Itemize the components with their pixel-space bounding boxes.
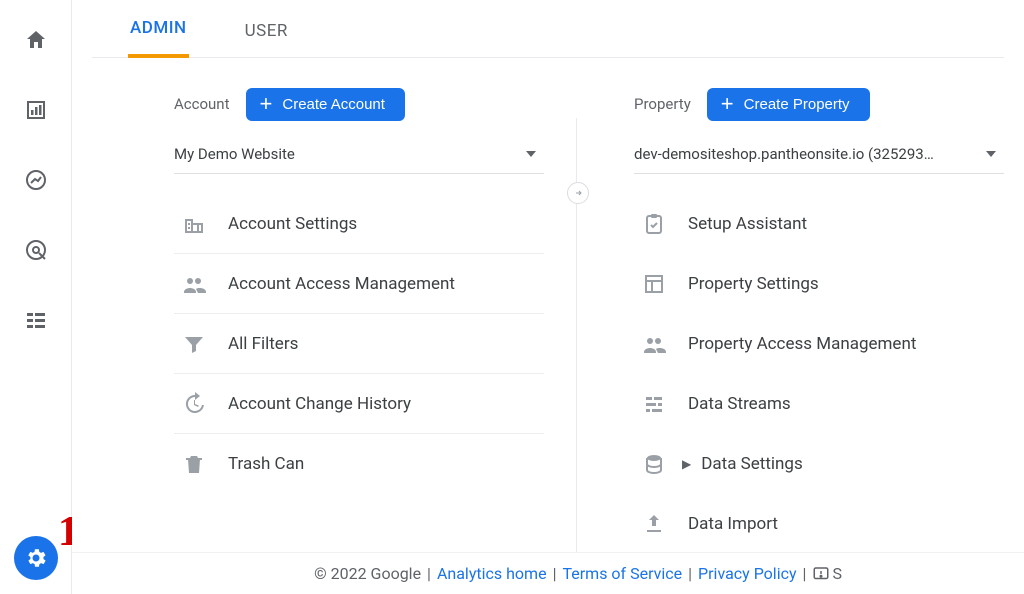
left-nav-rail xyxy=(0,0,72,594)
caret-down-icon xyxy=(526,151,536,157)
create-account-button[interactable]: + Create Account xyxy=(246,88,405,121)
upload-icon xyxy=(640,510,668,538)
property-select[interactable]: dev-demositeshop.pantheonsite.io (325293… xyxy=(634,134,1004,174)
property-column-title: Property xyxy=(634,95,691,113)
property-column: Property + Create Property dev-demosites… xyxy=(634,84,1004,552)
expand-caret-icon: ▶ xyxy=(682,457,691,471)
tab-admin[interactable]: ADMIN xyxy=(128,2,189,58)
caret-down-icon xyxy=(986,151,996,157)
all-filters-item[interactable]: All Filters xyxy=(174,314,544,374)
account-change-history-item[interactable]: Account Change History xyxy=(174,374,544,434)
people-icon xyxy=(640,330,668,358)
database-icon xyxy=(640,450,668,478)
tab-row: ADMIN USER xyxy=(92,0,1004,58)
advertising-icon[interactable] xyxy=(22,236,50,264)
property-menu: Setup Assistant Property Settings Proper… xyxy=(634,194,1004,554)
columns: Account + Create Account My Demo Website… xyxy=(92,58,1004,552)
menu-item-label: Data Settings xyxy=(701,454,803,474)
streams-icon xyxy=(640,390,668,418)
send-feedback-icon[interactable]: S xyxy=(812,564,842,583)
account-column-title: Account xyxy=(174,95,230,113)
account-select[interactable]: My Demo Website xyxy=(174,134,544,174)
data-import-item[interactable]: Data Import xyxy=(634,494,1004,554)
menu-item-label: Account Change History xyxy=(228,394,411,414)
menu-item-label: Data Import xyxy=(688,514,778,534)
create-property-button-label: Create Property xyxy=(744,96,850,113)
people-icon xyxy=(180,270,208,298)
menu-item-label: Setup Assistant xyxy=(688,214,807,234)
data-streams-item[interactable]: Data Streams xyxy=(634,374,1004,434)
explore-icon[interactable] xyxy=(22,166,50,194)
reports-icon[interactable] xyxy=(22,96,50,124)
transfer-property-icon[interactable] xyxy=(567,182,589,204)
footer: © 2022 Google | Analytics home | Terms o… xyxy=(72,552,1024,594)
account-menu: Account Settings Account Access Manageme… xyxy=(174,194,544,494)
setup-assistant-item[interactable]: Setup Assistant xyxy=(634,194,1004,254)
menu-item-label: Account Access Management xyxy=(228,274,455,294)
history-icon xyxy=(180,390,208,418)
footer-analytics-home-link[interactable]: Analytics home xyxy=(437,564,547,583)
account-settings-item[interactable]: Account Settings xyxy=(174,194,544,254)
trash-icon xyxy=(180,450,208,478)
tab-user[interactable]: USER xyxy=(243,5,290,57)
data-settings-item[interactable]: ▶ Data Settings xyxy=(634,434,1004,494)
admin-gear-fab[interactable] xyxy=(14,536,58,580)
account-select-value: My Demo Website xyxy=(174,145,295,163)
menu-item-label: Account Settings xyxy=(228,214,357,234)
home-icon[interactable] xyxy=(22,26,50,54)
property-access-management-item[interactable]: Property Access Management xyxy=(634,314,1004,374)
menu-item-label: Property Access Management xyxy=(688,334,916,354)
building-icon xyxy=(180,210,208,238)
footer-terms-link[interactable]: Terms of Service xyxy=(562,564,682,583)
create-account-button-label: Create Account xyxy=(282,96,385,113)
create-property-button[interactable]: + Create Property xyxy=(707,88,870,121)
admin-main: ADMIN USER Account + Create Account My D… xyxy=(72,0,1024,594)
filter-icon xyxy=(180,330,208,358)
menu-item-label: Property Settings xyxy=(688,274,819,294)
menu-item-label: Data Streams xyxy=(688,394,791,414)
account-access-management-item[interactable]: Account Access Management xyxy=(174,254,544,314)
checklist-icon xyxy=(640,210,668,238)
configure-icon[interactable] xyxy=(22,306,50,334)
plus-icon: + xyxy=(721,96,734,112)
menu-item-label: All Filters xyxy=(228,334,298,354)
menu-item-label: Trash Can xyxy=(228,454,304,474)
layout-icon xyxy=(640,270,668,298)
footer-privacy-link[interactable]: Privacy Policy xyxy=(698,564,797,583)
plus-icon: + xyxy=(260,96,273,112)
property-select-value: dev-demositeshop.pantheonsite.io (325293… xyxy=(634,145,934,163)
send-feedback-label: S xyxy=(832,564,842,583)
footer-copyright: © 2022 Google xyxy=(314,564,421,583)
property-settings-item[interactable]: Property Settings xyxy=(634,254,1004,314)
trash-can-item[interactable]: Trash Can xyxy=(174,434,544,494)
account-column: Account + Create Account My Demo Website… xyxy=(174,84,544,552)
